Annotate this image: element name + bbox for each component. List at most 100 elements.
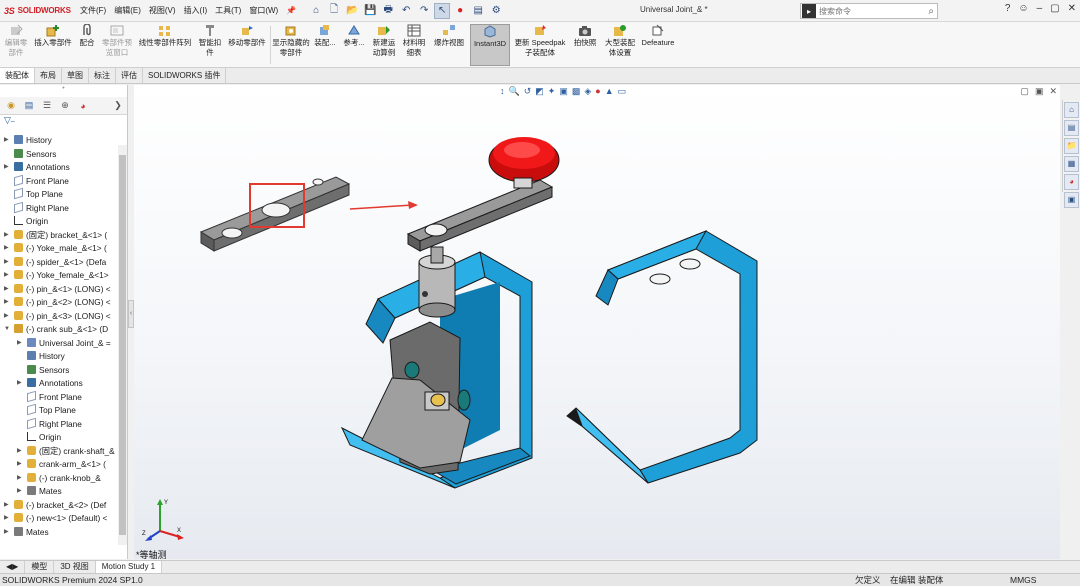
tab-motion-study[interactable]: Motion Study 1 — [95, 561, 163, 573]
save-icon[interactable]: 💾 — [362, 3, 378, 19]
maximize-icon[interactable]: ▢ — [1050, 3, 1059, 14]
home-icon[interactable]: ⌂ — [308, 3, 324, 19]
tree-item[interactable]: ▶ (固定) bracket_&<1> ( — [0, 229, 118, 243]
select-cursor-icon[interactable]: ↖ — [434, 2, 451, 19]
take-snapshot-button[interactable]: 拍快照 — [570, 24, 600, 48]
menu-file[interactable]: 文件(F) — [76, 5, 110, 16]
filter-icon[interactable]: ▽– — [0, 115, 127, 129]
file-explorer-icon[interactable]: 📁 — [1064, 138, 1079, 154]
scrollbar-thumb[interactable] — [119, 155, 126, 535]
help-icon[interactable]: ? — [1005, 3, 1011, 14]
new-document-icon[interactable]: 🗋 — [326, 3, 342, 19]
tree-item[interactable]: ▶ (-) crank-knob_& — [0, 472, 118, 486]
configuration-manager-tab-icon[interactable]: ☰ — [40, 99, 54, 113]
expand-arrow-icon[interactable]: ▶ — [4, 310, 9, 324]
linear-pattern-button[interactable]: 线性零部件阵列 — [136, 24, 194, 48]
expand-arrow-icon[interactable]: ▶ — [4, 283, 9, 297]
expand-arrow-icon[interactable]: ▶ — [4, 229, 9, 243]
expand-arrow-icon[interactable]: ▶ — [4, 269, 9, 283]
options-gear-icon[interactable]: ⚙ — [488, 3, 504, 19]
tree-item[interactable]: Front Plane — [0, 390, 118, 405]
mate-button[interactable]: 配合 — [76, 24, 98, 48]
tree-item[interactable]: ▶ (-) spider_&<1> (Defa — [0, 256, 118, 270]
tree-item[interactable]: ▶ Universal Joint_& = — [0, 337, 118, 351]
search-input[interactable] — [819, 6, 929, 16]
appearances-icon[interactable]: ◕ — [1064, 174, 1079, 190]
show-hidden-components-button[interactable]: 显示隐藏的零部件 — [272, 24, 310, 58]
custom-properties-icon[interactable]: ▣ — [1064, 192, 1079, 208]
crank-arm-assembled[interactable] — [406, 179, 554, 264]
smart-fasteners-button[interactable]: 智能扣件 — [196, 24, 224, 58]
display-manager-tab-icon[interactable]: ◕ — [76, 99, 90, 113]
graphics-area[interactable]: ↕ 🔍 ↺ ◩ ✦ ▣ ▩ ◈ ● ▲ ▭ ▢ ▣ ✕ Y X Z *等轴测 — [134, 85, 1060, 559]
design-library-icon[interactable]: ▤ — [1064, 120, 1079, 136]
tab-layout[interactable]: 布局 — [35, 68, 62, 83]
feature-tree-tab-icon[interactable]: ◉ — [4, 99, 18, 113]
expand-arrow-icon[interactable]: ▶ — [17, 445, 22, 459]
menu-edit[interactable]: 编辑(E) — [110, 5, 145, 16]
edit-component-button[interactable]: 编辑零部件 — [2, 24, 30, 58]
minimize-icon[interactable]: – — [1037, 3, 1043, 14]
view-palette-icon[interactable]: ▦ — [1064, 156, 1079, 172]
expand-arrow-icon[interactable]: ▶ — [4, 512, 9, 526]
tree-item[interactable]: ▶ (-) Yoke_male_&<1> ( — [0, 242, 118, 256]
tab-markup[interactable]: 标注 — [89, 68, 116, 83]
insert-component-button[interactable]: 插入零部件 — [32, 24, 74, 48]
tree-item[interactable]: ▶ History — [0, 134, 118, 148]
tab-model[interactable]: 模型 — [25, 561, 55, 573]
menu-window[interactable]: 窗口(W) — [245, 5, 282, 16]
expand-arrow-icon[interactable]: ▶ — [17, 458, 22, 472]
expand-arrow-icon[interactable]: ▶ — [4, 242, 9, 256]
bracket-2-part[interactable] — [566, 230, 758, 484]
user-icon[interactable]: ☺ — [1018, 3, 1028, 14]
tree-item[interactable]: ▶ (-) Yoke_female_&<1> — [0, 269, 118, 283]
property-manager-tab-icon[interactable]: ▤ — [22, 99, 36, 113]
menu-tools[interactable]: 工具(T) — [211, 5, 245, 16]
tree-item[interactable]: ▶ (-) pin_&<2> (LONG) < — [0, 296, 118, 310]
tree-item[interactable]: ▶ (-) new<1> (Default) < — [0, 512, 118, 526]
tree-item[interactable]: ▶ (-) pin_&<1> (LONG) < — [0, 283, 118, 297]
tree-item[interactable]: ▶ (固定) crank-shaft_& — [0, 445, 118, 459]
tree-item[interactable]: ▶ crank-arm_&<1> ( — [0, 458, 118, 472]
close-icon[interactable]: ✕ — [1068, 3, 1076, 14]
large-assembly-settings-button[interactable]: 大型装配体设置 — [602, 24, 638, 58]
expand-arrow-icon[interactable]: ▶ — [17, 485, 22, 499]
tab-assembly[interactable]: 装配体 — [0, 68, 35, 83]
tree-item[interactable]: ▶ Mates — [0, 526, 118, 540]
tree-item[interactable]: Top Plane — [0, 188, 118, 202]
assembly-features-button[interactable]: 装配... — [312, 24, 338, 48]
expand-arrow-icon[interactable]: ▶ — [17, 472, 22, 486]
expand-arrow-icon[interactable]: ▶ — [4, 499, 9, 513]
crank-knob-part[interactable] — [488, 137, 560, 189]
dimxpert-tab-icon[interactable]: ⊕ — [58, 99, 72, 113]
search-scope-icon[interactable]: ▸ — [802, 4, 816, 18]
chevron-right-icon[interactable]: ❯ — [111, 99, 125, 113]
command-search[interactable]: ▸ ⌕ — [800, 3, 938, 19]
reference-geometry-button[interactable]: 参考... — [340, 24, 368, 48]
update-speedpak-button[interactable]: 更新 Speedpak 子装配体 — [512, 24, 568, 58]
tree-scrollbar[interactable] — [118, 145, 127, 545]
expand-arrow-icon[interactable]: ▶ — [17, 337, 22, 351]
tree-item[interactable]: ▶ (-) bracket_&<2> (Def — [0, 499, 118, 513]
model-render[interactable] — [134, 85, 1060, 559]
tree-item[interactable]: Top Plane — [0, 404, 118, 418]
collapse-arrow-icon[interactable]: ▼ — [4, 323, 10, 337]
defeature-button[interactable]: Defeature — [640, 24, 676, 48]
expand-arrow-icon[interactable]: ▶ — [4, 134, 9, 148]
tab-addins[interactable]: SOLIDWORKS 插件 — [143, 68, 227, 83]
tree-item[interactable]: Origin — [0, 215, 118, 229]
open-icon[interactable]: 📂 — [344, 3, 360, 19]
tab-sketch[interactable]: 草图 — [62, 68, 89, 83]
rebuild-icon[interactable]: ● — [452, 3, 468, 19]
search-icon[interactable]: ⌕ — [928, 6, 937, 17]
menu-insert[interactable]: 插入(I) — [180, 5, 212, 16]
tree-item[interactable]: Sensors — [0, 148, 118, 162]
pin-icon[interactable]: 📌 — [282, 6, 300, 15]
new-motion-study-button[interactable]: 新建运动算例 — [370, 24, 398, 58]
crank-arm-part[interactable] — [199, 176, 351, 252]
tree-item[interactable]: ▶ Annotations — [0, 161, 118, 175]
undo-icon[interactable]: ↶ — [398, 3, 414, 19]
menu-view[interactable]: 视图(V) — [145, 5, 180, 16]
print-icon[interactable]: 🖶 — [380, 3, 396, 19]
tab-evaluate[interactable]: 评估 — [116, 68, 143, 83]
